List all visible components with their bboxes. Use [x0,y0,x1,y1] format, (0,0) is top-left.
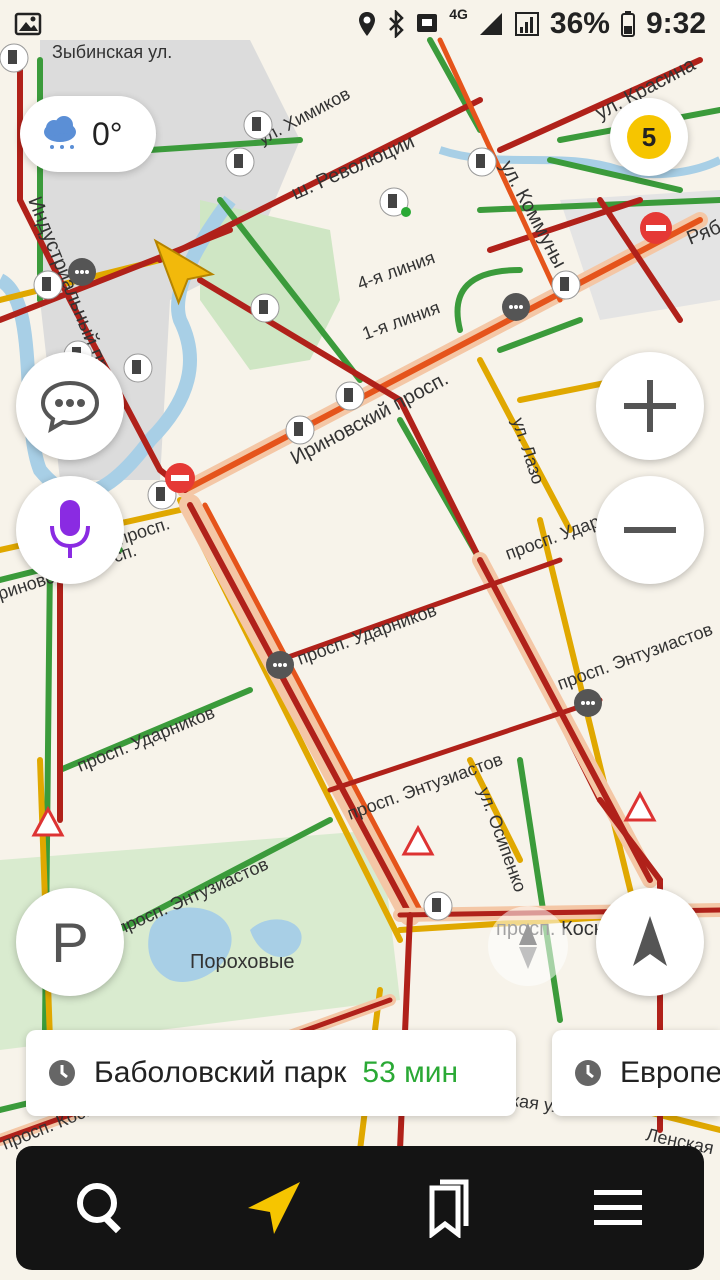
signal-2-icon [514,12,539,36]
no-entry-icon[interactable] [165,463,195,493]
area-label-porokhovye: Пороховые [190,951,295,973]
menu-icon [594,1190,642,1225]
voice-search-button[interactable] [16,476,124,584]
weather-widget[interactable]: 0° [20,96,156,172]
compass-icon [633,916,667,966]
road-event-icon[interactable] [574,689,602,717]
message-icon [417,14,438,32]
bluetooth-icon [389,10,404,38]
bookmarks-button[interactable] [396,1158,496,1258]
weather-temperature: 0° [92,115,123,152]
search-icon [77,1183,121,1234]
menu-button[interactable] [568,1158,668,1258]
navigator-button[interactable] [224,1158,324,1258]
gas-station-icon[interactable] [33,270,63,300]
road-event-icon[interactable] [266,651,294,679]
gas-station-icon[interactable] [0,43,29,73]
navigator-arrow-icon [248,1182,300,1234]
road-event-icon[interactable] [502,293,530,321]
status-right: 4G 36% 9:32 [357,6,706,41]
search-button[interactable] [52,1158,152,1258]
route-destination: Европе [620,1056,720,1089]
microphone-icon [50,500,90,558]
minus-icon [624,527,676,533]
no-entry-icon[interactable] [640,212,672,244]
gas-station-icon[interactable] [423,891,453,921]
clock: 9:32 [645,7,706,40]
gallery-notification-icon [14,12,42,36]
gas-station-icon[interactable] [467,147,497,177]
status-bar: 4G 36% 9:32 [0,0,720,48]
rotation-arrow-icon [519,923,537,969]
bookmarks-icon [429,1179,469,1238]
network-type: 4G [449,6,468,22]
parking-label: P [51,910,89,974]
chat-icon [40,380,100,433]
compass-button[interactable] [596,888,704,996]
gas-station-icon[interactable] [335,381,365,411]
battery-percent: 36% [549,7,610,40]
location-icon [359,12,376,36]
route-card-baboloovsky[interactable]: Баболовский парк 53 мин [26,1030,516,1116]
signal-icon [479,13,502,35]
status-left [14,12,42,36]
zoom-out-button[interactable] [596,476,704,584]
gas-station-icon[interactable] [243,110,273,140]
battery-icon [620,11,635,37]
traffic-level-button[interactable]: 5 [610,98,688,176]
gas-station-icon[interactable] [285,415,315,445]
bottom-navigation [16,1146,704,1270]
parking-button[interactable]: P [16,888,124,996]
plus-icon [624,380,676,432]
zoom-in-button[interactable] [596,352,704,460]
road-events-button[interactable] [16,352,124,460]
gas-station-icon[interactable] [250,293,280,323]
route-time: 53 мин [362,1056,459,1089]
gas-station-icon[interactable] [225,147,255,177]
route-card-europe[interactable]: Европе [552,1030,720,1116]
map-rotation-indicator[interactable] [488,906,568,986]
road-event-icon[interactable] [68,258,96,286]
gas-station-icon[interactable] [123,353,153,383]
clock-icon [575,1060,601,1086]
snow-cloud-icon [44,116,76,149]
clock-icon [49,1060,75,1086]
traffic-score: 5 [627,115,671,159]
gas-station-icon[interactable] [551,270,581,300]
route-destination: Баболовский парк [94,1056,347,1089]
